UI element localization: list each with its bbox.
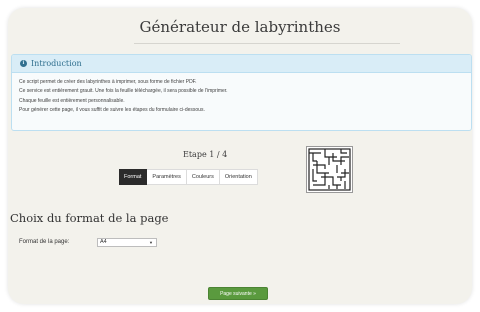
format-select-value: A4 — [100, 239, 107, 245]
introduction-header: i Introduction — [12, 55, 471, 73]
intro-line: Pour générer cette page, il vous suffit … — [19, 107, 205, 114]
info-circle-icon: i — [20, 60, 27, 67]
wizard-tabs: Format Paramètres Couleurs Orientation — [119, 169, 258, 185]
next-page-button[interactable]: Page suivante » — [208, 287, 268, 300]
intro-line: Ce service est entièrement grauit. Une f… — [19, 88, 228, 95]
title-divider — [134, 43, 400, 44]
introduction-body: Ce script permet de créer des labyrinthe… — [12, 73, 471, 116]
step-indicator: Etape 1 / 4 — [183, 150, 228, 159]
main-card: Générateur de labyrinthes i Introduction… — [8, 8, 472, 304]
tab-parametres[interactable]: Paramètres — [147, 169, 187, 185]
intro-line: Ce script permet de créer des labyrinthe… — [19, 79, 197, 85]
intro-line: Chaque feuille est entièrement personnal… — [19, 97, 125, 104]
tab-orientation[interactable]: Orientation — [219, 169, 258, 185]
maze-preview-image — [306, 146, 353, 193]
format-label: Format de la page: — [19, 239, 70, 245]
introduction-heading: Introduction — [31, 59, 82, 68]
introduction-panel: i Introduction Ce script permet de créer… — [11, 54, 472, 131]
tab-format[interactable]: Format — [119, 169, 148, 185]
chevron-down-icon: ▼ — [149, 240, 153, 245]
section-title: Choix du format de la page — [10, 211, 169, 225]
format-select[interactable]: A4 ▼ — [97, 238, 157, 247]
tab-couleurs[interactable]: Couleurs — [186, 169, 220, 185]
page-title: Générateur de labyrinthes — [139, 18, 341, 36]
